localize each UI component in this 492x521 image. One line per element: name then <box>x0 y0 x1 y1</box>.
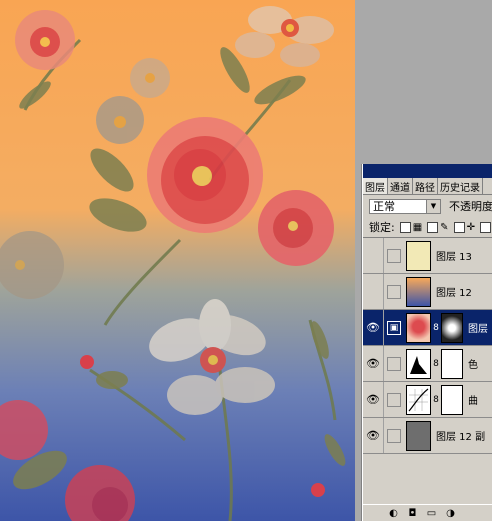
layer-row[interactable]: 👁 8 曲 <box>363 382 492 418</box>
panel-title-bar[interactable] <box>363 164 492 178</box>
layer-name: 图层 12 副 <box>436 432 486 443</box>
position-lock-icon: ✛ <box>466 221 475 233</box>
levels-adjustment-icon <box>406 348 431 379</box>
layers-list: 图层 13 图层 12 👁 ▣ 8 图层 👁 8 色 👁 8 曲 👁 图层 12… <box>363 238 492 454</box>
visibility-toggle[interactable] <box>363 238 384 273</box>
layer-thumbnail <box>406 276 431 307</box>
layer-thumbnail <box>406 312 431 343</box>
transparency-lock-checkbox[interactable] <box>399 221 411 233</box>
mask-icon[interactable]: ◘ <box>406 507 419 519</box>
layer-row[interactable]: 图层 13 <box>363 238 492 274</box>
link-toggle[interactable] <box>387 428 401 443</box>
layer-name: 色 <box>468 360 478 371</box>
panel-tabs: 图层 通道 路径 历史记录 <box>363 178 492 195</box>
position-lock-checkbox[interactable] <box>453 221 465 233</box>
floral-artwork <box>0 0 355 521</box>
eye-icon[interactable]: 👁 <box>363 382 384 417</box>
tab-history[interactable]: 历史记录 <box>438 178 483 194</box>
layer-style-icon[interactable]: ◐ <box>387 507 400 519</box>
chain-link-icon[interactable]: 8 <box>432 359 440 369</box>
image-lock-checkbox[interactable] <box>427 221 439 233</box>
layers-panel: 图层 通道 路径 历史记录 正常 ▼ 不透明度 锁定: ▦ ✎ ✛ 图层 13 <box>362 164 492 521</box>
visibility-toggle[interactable] <box>363 274 384 309</box>
layer-mask-thumbnail[interactable] <box>441 384 463 415</box>
lock-label: 锁定: <box>369 221 395 234</box>
chevron-down-icon[interactable]: ▼ <box>426 199 440 213</box>
lock-row: 锁定: ▦ ✎ ✛ <box>363 217 492 238</box>
blend-mode-value: 正常 <box>373 200 395 213</box>
chain-link-icon[interactable]: 8 <box>432 323 440 333</box>
layer-row[interactable]: 图层 12 <box>363 274 492 310</box>
tab-layers[interactable]: 图层 <box>363 178 388 194</box>
blend-mode-select[interactable]: 正常 ▼ <box>369 198 441 214</box>
tab-channels[interactable]: 通道 <box>388 178 413 194</box>
layer-row[interactable]: 👁 图层 12 副 <box>363 418 492 454</box>
layer-thumbnail <box>406 420 431 451</box>
layer-name: 图层 <box>468 324 488 335</box>
tab-paths[interactable]: 路径 <box>413 178 438 194</box>
document-canvas[interactable] <box>0 0 355 521</box>
layer-name: 图层 13 <box>436 252 472 263</box>
blend-opacity-row: 正常 ▼ 不透明度 <box>363 195 492 217</box>
layer-mask-thumbnail[interactable] <box>441 312 463 343</box>
layer-row[interactable]: 👁 8 色 <box>363 346 492 382</box>
layer-name: 曲 <box>468 396 478 407</box>
eye-icon[interactable]: 👁 <box>363 418 384 453</box>
brush-icon[interactable]: ▣ <box>387 320 401 335</box>
layer-thumbnail <box>406 240 431 271</box>
image-lock-icon: ✎ <box>440 221 449 233</box>
layer-mask-thumbnail[interactable] <box>441 348 463 379</box>
link-toggle[interactable] <box>387 392 401 407</box>
panel-bottom-toolbar: ◐ ◘ ▭ ◑ <box>363 504 492 521</box>
curves-adjustment-icon <box>406 384 431 415</box>
layer-name: 图层 12 <box>436 288 472 299</box>
link-toggle[interactable] <box>387 356 401 371</box>
transparency-lock-icon: ▦ <box>412 221 423 233</box>
eye-icon[interactable]: 👁 <box>363 346 384 381</box>
link-toggle[interactable] <box>387 284 401 299</box>
opacity-label: 不透明度 <box>449 200 492 213</box>
eye-icon[interactable]: 👁 <box>363 310 384 345</box>
chain-link-icon[interactable]: 8 <box>432 395 440 405</box>
adjustment-layer-icon[interactable]: ◑ <box>444 507 457 519</box>
new-set-icon[interactable]: ▭ <box>425 507 438 519</box>
layer-row-selected[interactable]: 👁 ▣ 8 图层 <box>363 310 492 346</box>
link-toggle[interactable] <box>387 248 401 263</box>
all-lock-checkbox[interactable] <box>479 221 491 233</box>
